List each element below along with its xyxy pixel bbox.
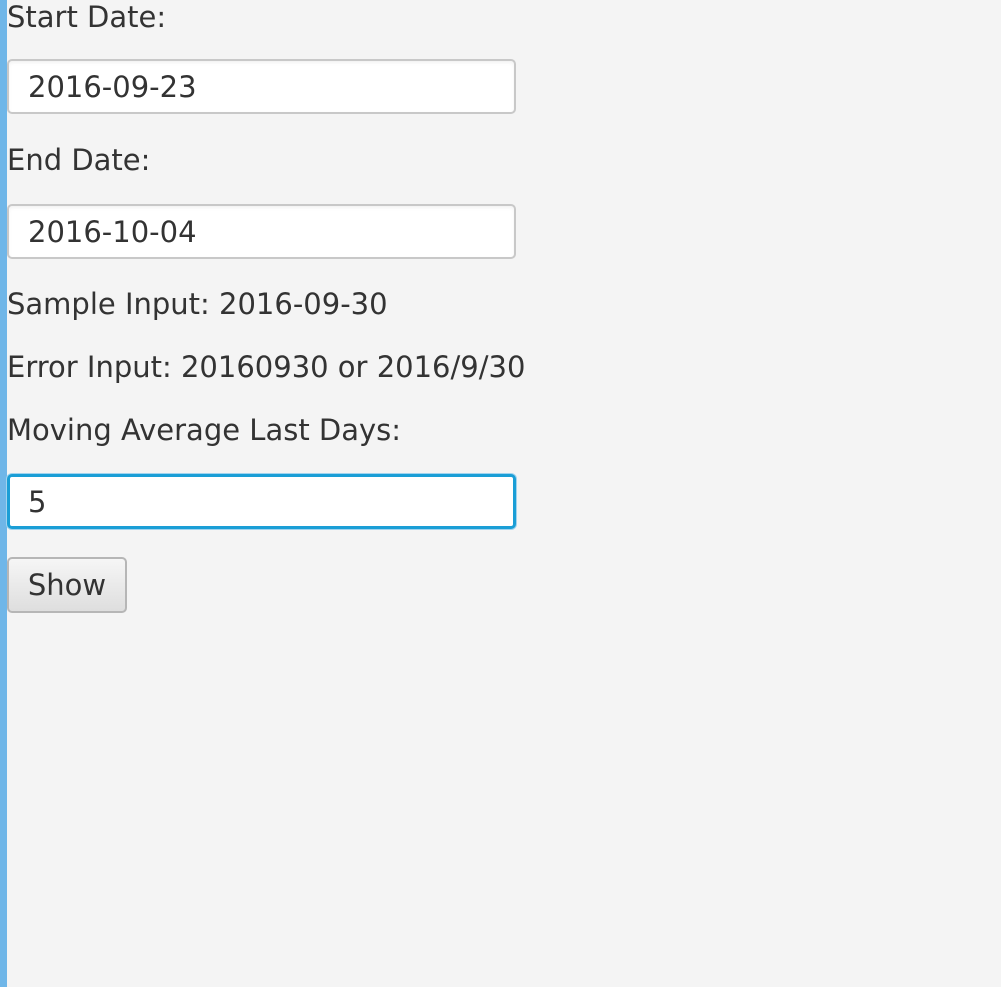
end-date-label: End Date:: [7, 143, 151, 177]
show-button[interactable]: Show: [7, 557, 127, 613]
end-date-input[interactable]: [7, 204, 516, 259]
error-input-hint: Error Input: 20160930 or 2016/9/30: [7, 350, 526, 384]
app-window: Start Date: End Date: Sample Input: 2016…: [0, 0, 1001, 987]
start-date-label: Start Date:: [7, 0, 167, 34]
start-date-input[interactable]: [7, 59, 516, 114]
moving-average-days-input[interactable]: [7, 474, 516, 529]
sample-input-hint: Sample Input: 2016-09-30: [7, 287, 388, 321]
moving-average-label: Moving Average Last Days:: [7, 413, 402, 447]
window-left-edge: [0, 0, 7, 987]
